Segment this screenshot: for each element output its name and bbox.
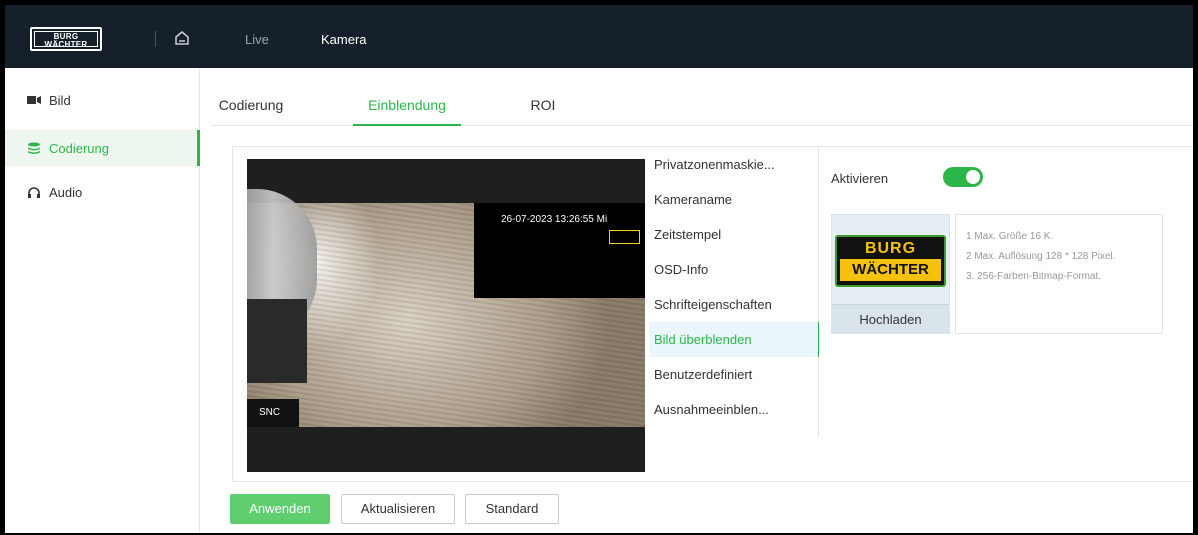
main-content: Codierung Einblendung ROI 26-07-2023 13:… — [211, 84, 1193, 533]
brand-logo-text: BURG WÄCHTER — [34, 31, 98, 49]
overlay-position-box[interactable] — [609, 230, 640, 244]
submenu-item-schrifteigenschaften[interactable]: Schrifteigenschaften — [649, 287, 819, 322]
sidebar-item-audio[interactable]: Audio — [5, 174, 200, 210]
sidebar-item-bild[interactable]: Bild — [5, 82, 200, 118]
sidebar-item-label: Audio — [49, 184, 83, 200]
submenu-item-privatzonen[interactable]: Privatzonenmaskie... — [649, 147, 819, 182]
header-divider — [155, 31, 156, 47]
apply-button[interactable]: Anwenden — [230, 494, 330, 524]
upload-hints: 1 Max. Größe 16 K. 2 Max. Auflösung 128 … — [955, 214, 1163, 334]
tab-einblendung[interactable]: Einblendung — [353, 84, 461, 126]
sidebar-item-codierung[interactable]: Codierung — [5, 130, 200, 166]
osd-timestamp[interactable]: 26-07-2023 13:26:55 Mi — [501, 214, 607, 225]
submenu-item-osd-info[interactable]: OSD-Info — [649, 252, 819, 287]
headphones-icon — [28, 187, 40, 198]
layers-icon — [28, 142, 40, 154]
default-button[interactable]: Standard — [465, 494, 559, 524]
sidebar: Bild Codierung Audio — [5, 68, 200, 533]
osd-camera-name[interactable]: SNC — [259, 407, 280, 418]
top-bar: BURG WÄCHTER Live Kamera — [5, 5, 1193, 68]
overlay-submenu: Privatzonenmaskie... Kameraname Zeitstem… — [649, 147, 819, 437]
hint-max-resolution: 2 Max. Auflösung 128 * 128 Pixel. — [966, 251, 1116, 262]
app-window: BURG WÄCHTER Live Kamera Bild Codierung … — [5, 5, 1193, 533]
brand-logo-line2: WÄCHTER — [44, 40, 88, 49]
sidebar-item-label: Bild — [49, 92, 71, 108]
overlay-logo-line1: BURG — [864, 240, 917, 257]
overlay-image-box: BURG WÄCHTER Hochladen — [831, 214, 950, 334]
submenu-item-zeitstempel[interactable]: Zeitstempel — [649, 217, 819, 252]
enable-label: Aktivieren — [831, 171, 889, 186]
brand-logo[interactable]: BURG WÄCHTER — [30, 27, 102, 51]
nav-kamera[interactable]: Kamera — [321, 32, 367, 47]
upload-button[interactable]: Hochladen — [832, 304, 949, 333]
enable-toggle[interactable] — [943, 167, 983, 187]
submenu-item-bild-ueberblenden[interactable]: Bild überblenden — [649, 322, 819, 357]
tab-bar: Codierung Einblendung ROI — [211, 84, 1193, 126]
camera-icon — [27, 96, 41, 104]
submenu-item-ausnahmeeinblendung[interactable]: Ausnahmeeinblen... — [649, 392, 819, 427]
home-icon[interactable] — [173, 29, 191, 47]
tab-codierung[interactable]: Codierung — [211, 84, 291, 126]
tab-roi[interactable]: ROI — [523, 84, 563, 126]
hint-format: 3. 256-Farben-Bitmap-Format. — [966, 271, 1102, 282]
overlay-logo-image: BURG WÄCHTER — [835, 235, 946, 287]
toggle-knob — [966, 170, 980, 184]
hint-max-size: 1 Max. Größe 16 K. — [966, 231, 1054, 242]
submenu-item-kameraname[interactable]: Kameraname — [649, 182, 819, 217]
video-preview: 26-07-2023 13:26:55 Mi SNC — [247, 159, 645, 472]
sidebar-item-label: Codierung — [49, 140, 109, 156]
submenu-item-benutzerdefiniert[interactable]: Benutzerdefiniert — [649, 357, 819, 392]
overlay-logo-line2: WÄCHTER — [840, 259, 941, 281]
settings-panel: 26-07-2023 13:26:55 Mi SNC Privatzonenma… — [232, 146, 1193, 482]
nav-live[interactable]: Live — [245, 32, 269, 47]
refresh-button[interactable]: Aktualisieren — [341, 494, 455, 524]
